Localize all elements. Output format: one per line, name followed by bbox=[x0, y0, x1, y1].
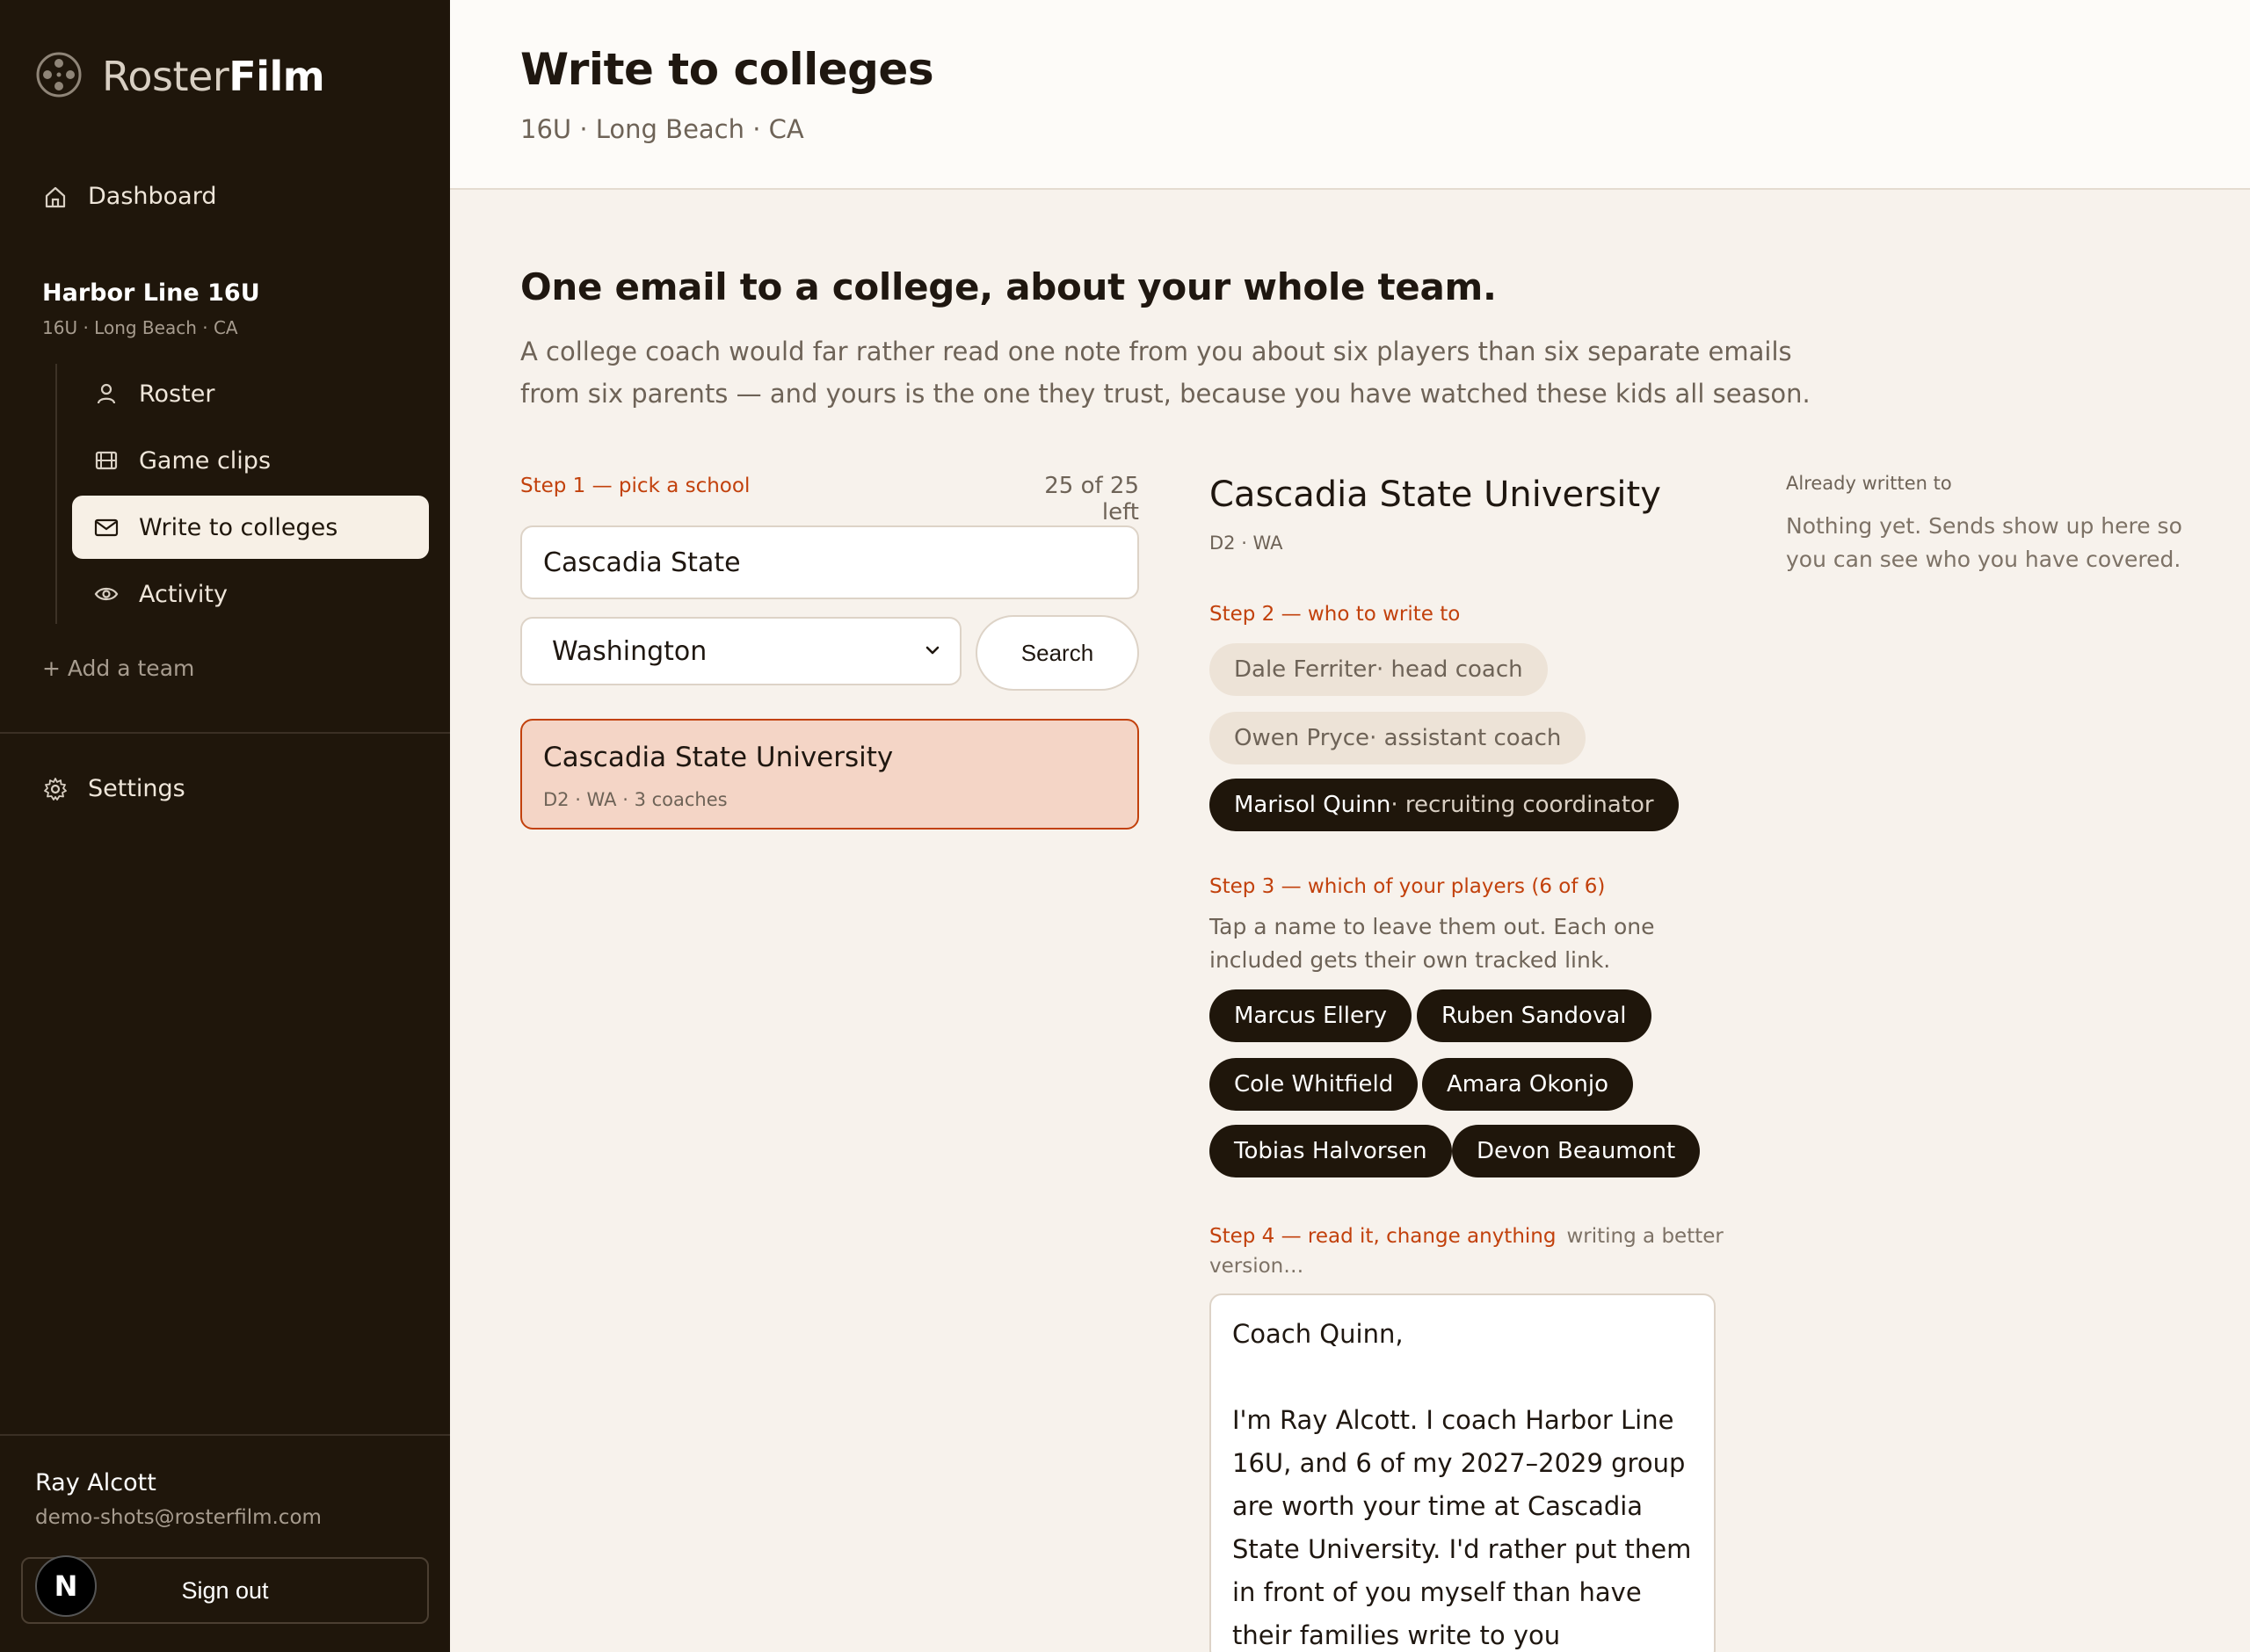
school-result-card[interactable]: Cascadia State University D2 · WA · 3 co… bbox=[520, 719, 1139, 830]
sidebar-item-label: Settings bbox=[88, 775, 185, 802]
sidebar-item-label: Activity bbox=[139, 580, 228, 608]
app-logo[interactable]: RosterFilm bbox=[35, 51, 325, 102]
add-team-link[interactable]: + Add a team bbox=[42, 656, 194, 681]
step-4-title: Step 4 — read it, change anything bbox=[1209, 1225, 1557, 1248]
section-description: A college coach would far rather read on… bbox=[520, 337, 1811, 409]
step-3-help: Tap a name to leave them out. Each one i… bbox=[1209, 914, 1655, 973]
sidebar-divider bbox=[0, 1434, 450, 1436]
page-header: Write to colleges 16U · Long Beach · CA bbox=[450, 0, 2250, 190]
remaining-count: 25 of 25 left bbox=[1044, 473, 1139, 525]
sidebar-divider bbox=[0, 732, 450, 734]
email-greeting: Coach Quinn, bbox=[1232, 1319, 1404, 1349]
sidebar-item-activity[interactable]: Activity bbox=[72, 562, 429, 626]
film-icon bbox=[93, 447, 120, 474]
sidebar-item-label: Write to colleges bbox=[139, 513, 338, 541]
film-reel-icon bbox=[35, 51, 83, 102]
contact-chip-dale-ferriter[interactable]: Dale Ferriter · head coach bbox=[1209, 643, 1548, 696]
search-button[interactable]: Search bbox=[976, 615, 1139, 691]
section-title: One email to a college, about your whole… bbox=[520, 265, 1497, 308]
selected-school-meta: D2 · WA bbox=[1209, 533, 1283, 554]
person-icon bbox=[93, 380, 120, 407]
step-3-label: Step 3 — which of your players (6 of 6) bbox=[1209, 875, 1606, 898]
sidebar-item-dashboard[interactable]: Dashboard bbox=[42, 183, 216, 210]
already-written-text: Nothing yet. Sends show up here so you c… bbox=[1786, 513, 2182, 572]
eye-icon bbox=[93, 581, 120, 607]
mail-icon bbox=[93, 514, 120, 540]
contact-role: · assistant coach bbox=[1369, 725, 1562, 751]
player-chip[interactable]: Cole Whitfield bbox=[1209, 1058, 1419, 1111]
contact-chip-marisol-quinn[interactable]: Marisol Quinn · recruiting coordinator bbox=[1209, 779, 1679, 831]
sidebar-item-game-clips[interactable]: Game clips bbox=[72, 429, 429, 492]
gear-icon bbox=[42, 776, 69, 802]
player-chip[interactable]: Amara Okonjo bbox=[1422, 1058, 1634, 1111]
home-icon bbox=[42, 184, 69, 210]
user-name: Ray Alcott bbox=[35, 1469, 156, 1496]
team-name: Harbor Line 16U bbox=[42, 279, 260, 307]
page-title: Write to colleges bbox=[520, 44, 934, 95]
email-draft-textarea[interactable]: Coach Quinn, I'm Ray Alcott. I coach Har… bbox=[1209, 1293, 1716, 1652]
team-subtitle: 16U · Long Beach · CA bbox=[42, 317, 238, 338]
logo-text: RosterFilm bbox=[102, 53, 325, 100]
contact-name: Owen Pryce bbox=[1234, 725, 1370, 751]
player-chip[interactable]: Devon Beaumont bbox=[1452, 1125, 1701, 1177]
step-1-label: Step 1 — pick a school bbox=[520, 475, 751, 497]
school-search-input[interactable]: Cascadia State bbox=[520, 525, 1139, 599]
dev-badge[interactable]: N bbox=[35, 1555, 97, 1617]
step-4-label: Step 4 — read it, change anything writing… bbox=[1209, 1221, 1737, 1281]
contact-name: Dale Ferriter bbox=[1234, 656, 1376, 683]
step-2-label: Step 2 — who to write to bbox=[1209, 603, 1461, 626]
sidebar-item-roster[interactable]: Roster bbox=[72, 362, 429, 425]
team-header: Harbor Line 16U 16U · Long Beach · CA bbox=[42, 279, 260, 338]
already-written-label: Already written to bbox=[1786, 473, 1952, 494]
state-select[interactable]: Washington bbox=[520, 617, 962, 685]
sidebar-item-write-to-colleges[interactable]: Write to colleges bbox=[72, 496, 429, 559]
sidebar: RosterFilm Dashboard Harbor Line 16U 16U… bbox=[0, 0, 450, 1652]
player-chip[interactable]: Marcus Ellery bbox=[1209, 989, 1412, 1042]
contact-role: · recruiting coordinator bbox=[1390, 792, 1654, 818]
school-result-name: Cascadia State University bbox=[543, 742, 894, 773]
state-select-value: Washington bbox=[552, 635, 708, 667]
user-email: demo-shots@rosterfilm.com bbox=[35, 1506, 322, 1529]
contact-name: Marisol Quinn bbox=[1234, 792, 1391, 818]
sidebar-item-label: Dashboard bbox=[88, 183, 217, 210]
team-nav-rail bbox=[55, 364, 57, 624]
selected-school-name: Cascadia State University bbox=[1209, 475, 1661, 515]
email-body: I'm Ray Alcott. I coach Harbor Line 16U,… bbox=[1232, 1405, 1692, 1650]
contact-chip-owen-pryce[interactable]: Owen Pryce · assistant coach bbox=[1209, 712, 1586, 764]
page-subtitle: 16U · Long Beach · CA bbox=[520, 114, 804, 144]
school-result-meta: D2 · WA · 3 coaches bbox=[543, 789, 728, 810]
chevron-down-icon bbox=[923, 636, 942, 667]
sidebar-item-label: Game clips bbox=[139, 446, 272, 475]
sidebar-item-settings[interactable]: Settings bbox=[42, 775, 185, 802]
player-chip[interactable]: Ruben Sandoval bbox=[1417, 989, 1651, 1042]
player-chip[interactable]: Tobias Halvorsen bbox=[1209, 1125, 1452, 1177]
contact-role: · head coach bbox=[1376, 656, 1523, 683]
sidebar-item-label: Roster bbox=[139, 380, 215, 408]
